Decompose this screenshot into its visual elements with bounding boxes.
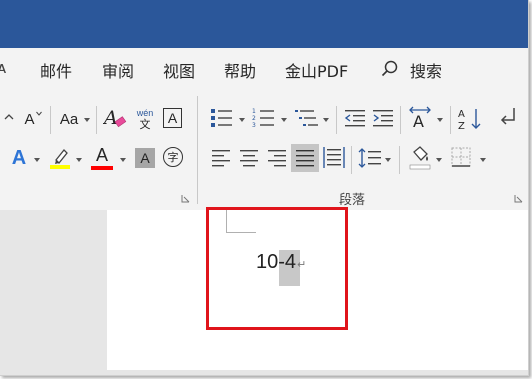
character-shading-label: A bbox=[140, 150, 150, 166]
menu-item-mailings[interactable]: 邮件 bbox=[40, 58, 72, 82]
menu-bar: ᴀ 邮件 审阅 视图 帮助 金山PDF 搜索 bbox=[0, 48, 528, 90]
shrink-font-button[interactable]: A bbox=[22, 109, 44, 129]
font-dialog-launcher-icon[interactable] bbox=[181, 194, 190, 203]
phonetic-char: 文 bbox=[139, 119, 151, 131]
numbering-icon[interactable]: 1 2 3 bbox=[252, 107, 276, 129]
change-case-button[interactable]: Aa bbox=[56, 109, 82, 129]
paragraph-group-label: 段落 bbox=[339, 193, 366, 208]
character-border-button[interactable]: A bbox=[163, 108, 182, 128]
change-case-label: Aa bbox=[59, 110, 79, 128]
grow-font-caret-icon[interactable] bbox=[4, 112, 14, 122]
numbering-dropdown-icon[interactable] bbox=[281, 118, 287, 122]
ribbon-separator bbox=[96, 106, 97, 134]
chinese-layout-icon[interactable]: A bbox=[408, 106, 434, 130]
borders-dropdown-icon[interactable] bbox=[480, 158, 486, 162]
shrink-arrow-icon bbox=[35, 111, 42, 116]
text-effects-icon: A bbox=[11, 146, 27, 169]
menu-item-help[interactable]: 帮助 bbox=[224, 58, 256, 82]
ribbon-separator bbox=[336, 106, 337, 134]
svg-text:Z: Z bbox=[458, 121, 465, 132]
font-color-icon: A bbox=[95, 144, 108, 165]
chinese-layout-dropdown-icon[interactable] bbox=[437, 118, 443, 122]
ribbon-separator bbox=[351, 146, 352, 174]
line-spacing-icon[interactable] bbox=[358, 146, 382, 170]
svg-text:2: 2 bbox=[252, 115, 256, 122]
highlight-dropdown-icon[interactable] bbox=[76, 158, 82, 162]
increase-indent-icon[interactable] bbox=[372, 108, 394, 128]
svg-text:A: A bbox=[103, 107, 118, 129]
text-effects-button[interactable]: A bbox=[8, 146, 30, 170]
font-color-dropdown-icon[interactable] bbox=[120, 158, 126, 162]
change-case-dropdown-icon[interactable] bbox=[84, 118, 90, 122]
red-callout-box bbox=[206, 207, 348, 330]
clear-formatting-icon[interactable]: A bbox=[103, 105, 127, 131]
justify-button[interactable] bbox=[291, 144, 319, 172]
paragraph-shading-dropdown-icon[interactable] bbox=[436, 158, 442, 162]
ribbon: A Aa A wén 文 A A A A 字 1 2 3 A A Z 段落 bbox=[0, 90, 528, 210]
borders-icon[interactable] bbox=[450, 146, 472, 168]
justify-icon bbox=[296, 150, 314, 167]
menu-item-partial[interactable]: ᴀ bbox=[0, 58, 6, 77]
character-shading-button[interactable]: A bbox=[135, 148, 155, 168]
font-color-swatch bbox=[91, 166, 113, 170]
menu-item-review[interactable]: 审阅 bbox=[102, 58, 134, 82]
phonetic-pinyin: wén bbox=[136, 108, 154, 118]
title-bar bbox=[0, 0, 528, 48]
highlight-pen-icon[interactable] bbox=[48, 146, 72, 170]
enclose-characters-label: 字 bbox=[167, 152, 179, 164]
svg-text:1: 1 bbox=[252, 108, 256, 115]
character-border-label: A bbox=[167, 110, 178, 126]
group-separator bbox=[197, 96, 198, 204]
line-spacing-dropdown-icon[interactable] bbox=[385, 158, 391, 162]
bullets-icon[interactable] bbox=[210, 107, 234, 129]
align-center-icon[interactable] bbox=[239, 148, 259, 168]
distributed-icon[interactable] bbox=[323, 146, 345, 170]
paragraph-shading-icon[interactable] bbox=[408, 146, 432, 172]
svg-text:A: A bbox=[458, 109, 465, 120]
align-right-icon[interactable] bbox=[267, 148, 287, 168]
search-icon[interactable] bbox=[380, 59, 400, 79]
tell-me-search[interactable]: 搜索 bbox=[410, 58, 442, 82]
sort-icon[interactable]: A Z bbox=[456, 106, 484, 132]
multilevel-list-icon[interactable] bbox=[294, 107, 320, 129]
align-left-icon[interactable] bbox=[211, 148, 231, 168]
ribbon-separator bbox=[399, 146, 400, 174]
highlight-color-swatch bbox=[50, 165, 70, 169]
text-effects-dropdown-icon[interactable] bbox=[34, 158, 40, 162]
svg-text:3: 3 bbox=[252, 122, 256, 129]
phonetic-guide-button[interactable]: wén 文 bbox=[134, 106, 156, 132]
multilevel-list-dropdown-icon[interactable] bbox=[323, 118, 329, 122]
font-color-button[interactable]: A bbox=[90, 144, 114, 166]
menu-item-view[interactable]: 视图 bbox=[163, 58, 195, 82]
bullets-dropdown-icon[interactable] bbox=[239, 118, 245, 122]
word-window: ᴀ 邮件 审阅 视图 帮助 金山PDF 搜索 A Aa A wén bbox=[0, 0, 529, 376]
ribbon-separator bbox=[50, 106, 51, 134]
decrease-indent-icon[interactable] bbox=[344, 108, 366, 128]
shrink-font-icon: A bbox=[24, 110, 35, 128]
paragraph-dialog-launcher-icon[interactable] bbox=[514, 194, 523, 203]
enclose-characters-button[interactable]: 字 bbox=[163, 147, 183, 167]
ribbon-separator bbox=[450, 106, 451, 134]
ribbon-separator bbox=[400, 106, 401, 134]
svg-text:A: A bbox=[413, 112, 424, 130]
show-hide-marks-icon[interactable] bbox=[498, 106, 528, 130]
menu-item-kingsoft-pdf[interactable]: 金山PDF bbox=[285, 58, 348, 82]
